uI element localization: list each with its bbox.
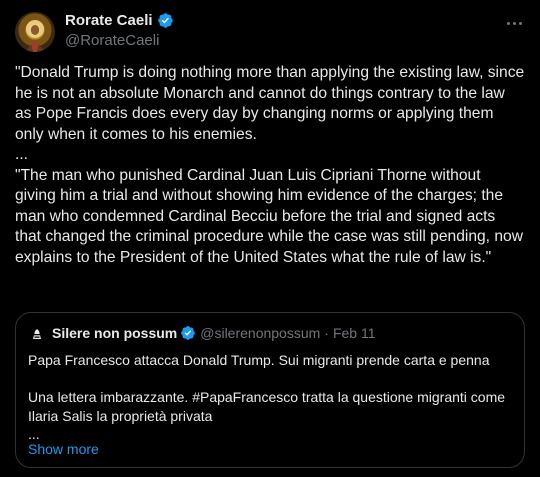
author-name-row: Rorate Caeli (65, 12, 174, 29)
quote-text: Papa Francesco attacca Donald Trump. Sui… (28, 352, 506, 443)
verified-badge-icon (157, 13, 173, 28)
tweet-text: "Donald Trump is doing nothing more than… (15, 64, 525, 266)
author-handle[interactable]: @RorateCaeli (65, 32, 159, 49)
author-name[interactable]: Rorate Caeli (65, 12, 153, 29)
quoted-tweet[interactable]: Silere non possum @silerenonpossum · Feb… (15, 312, 525, 468)
show-more-link[interactable]: Show more (28, 441, 99, 457)
quote-author-name[interactable]: Silere non possum (52, 325, 177, 341)
author-avatar[interactable] (15, 12, 55, 52)
quote-header: Silere non possum @silerenonpossum · Feb… (52, 325, 376, 341)
quote-author-handle[interactable]: @silerenonpossum (200, 325, 320, 341)
quote-separator: · (324, 325, 329, 341)
verified-badge-icon (181, 326, 196, 340)
quote-date[interactable]: Feb 11 (333, 325, 376, 341)
tweet: Rorate Caeli @RorateCaeli "Donald Trump … (0, 0, 540, 477)
quote-author-avatar[interactable] (28, 325, 46, 343)
quote-logo-icon (33, 329, 41, 339)
more-options-icon[interactable] (504, 13, 524, 33)
